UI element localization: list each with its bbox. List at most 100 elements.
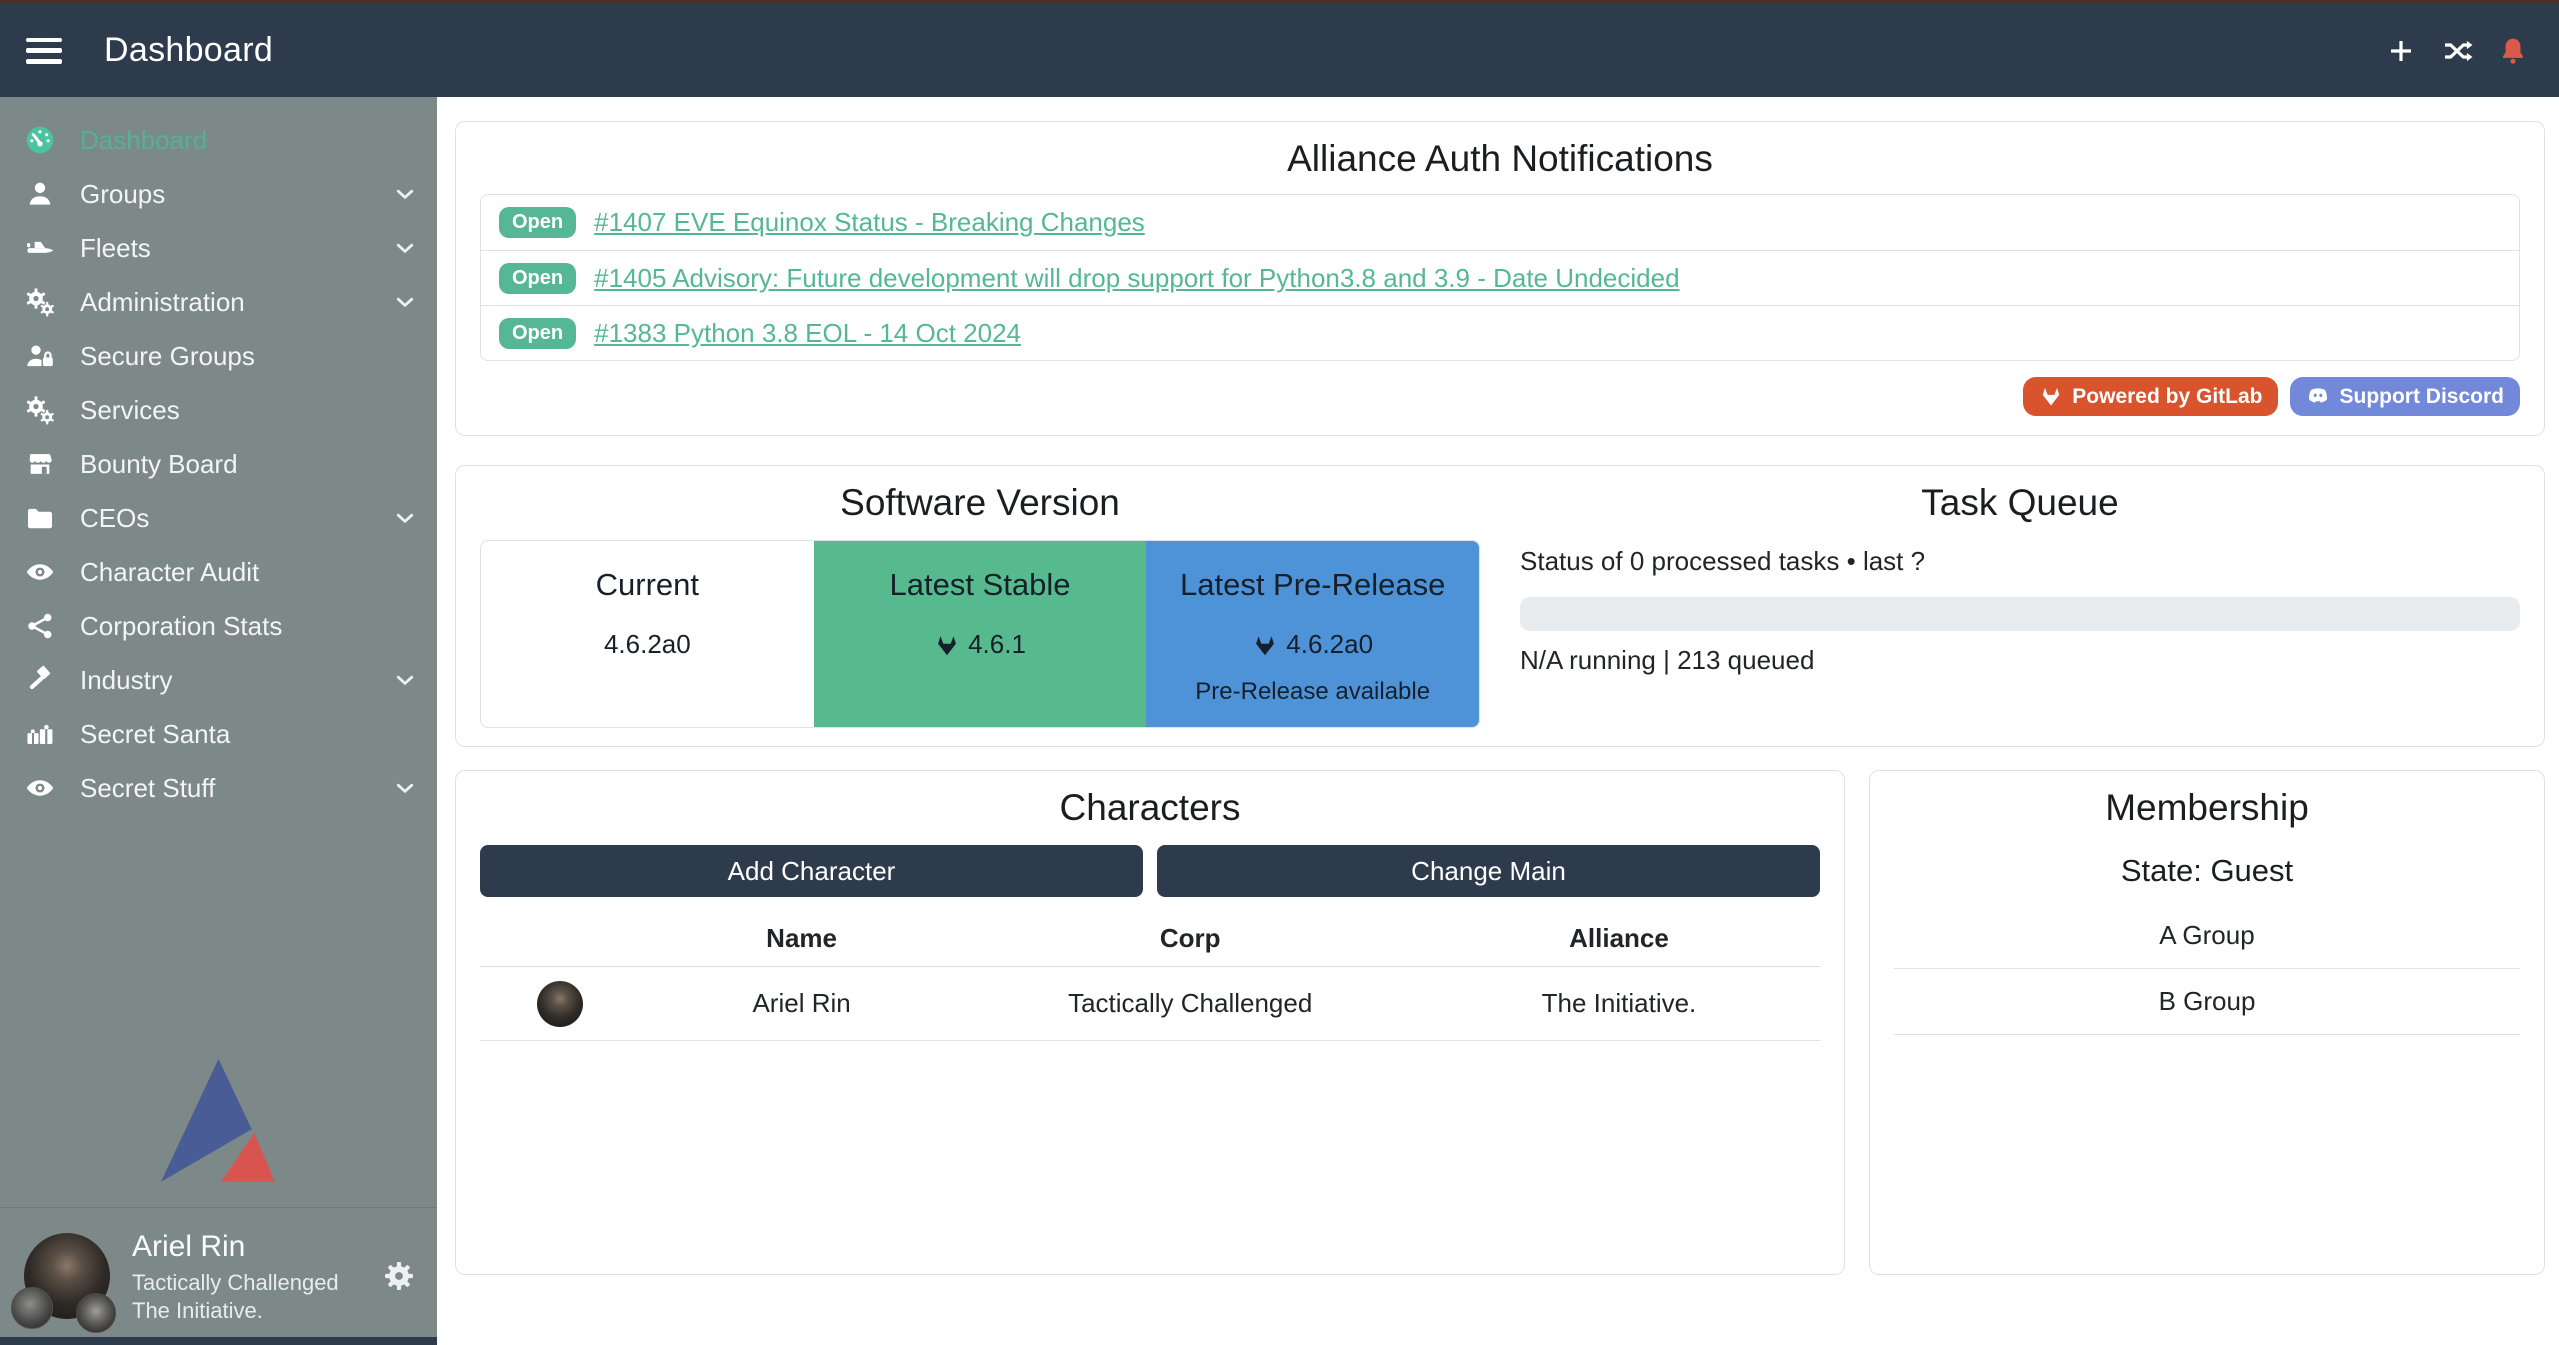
version-header: Current: [481, 567, 814, 603]
sidebar-item-dashboard[interactable]: Dashboard: [0, 113, 437, 167]
user-icon: [24, 178, 56, 210]
chevron-down-icon: [391, 504, 419, 532]
sidebar-item-label: Secret Stuff: [80, 773, 215, 804]
user-name: Ariel Rin: [132, 1228, 339, 1266]
version-cell-prerelease: Latest Pre-Release 4.6.2a0 Pre-Release a…: [1146, 541, 1479, 727]
gear-icon[interactable]: [381, 1258, 417, 1294]
gitlab-icon: [1252, 632, 1278, 658]
version-cell-stable: Latest Stable 4.6.1: [814, 541, 1147, 727]
menu-icon[interactable]: [26, 38, 62, 64]
sidebar-item-label: Fleets: [80, 233, 151, 264]
shuffle-icon[interactable]: [2441, 35, 2473, 67]
software-version-section: Software Version Current 4.6.2a0 Latest …: [480, 482, 1480, 730]
version-cell-current: Current 4.6.2a0: [481, 541, 814, 727]
sidebar-item-secret-stuff[interactable]: Secret Stuff: [0, 761, 437, 815]
corp-logo: [11, 1287, 53, 1329]
characters-title: Characters: [480, 787, 1820, 829]
notification-row: Open #1383 Python 3.8 EOL - 14 Oct 2024: [481, 305, 2519, 360]
group-item: A Group: [1894, 903, 2520, 969]
sidebar-item-administration[interactable]: Administration: [0, 275, 437, 329]
chevron-down-icon: [391, 774, 419, 802]
user-panel: Ariel Rin Tactically Challenged The Init…: [0, 1215, 437, 1337]
membership-state: State: Guest: [1894, 853, 2520, 889]
main-content: Alliance Auth Notifications Open #1407 E…: [437, 97, 2559, 1345]
membership-title: Membership: [1894, 787, 2520, 829]
eye-icon: [24, 556, 56, 588]
share-icon: [24, 610, 56, 642]
sidebar-item-fleets[interactable]: Fleets: [0, 221, 437, 275]
prerelease-note: Pre-Release available: [1146, 678, 1479, 706]
table-header-row: Name Corp Alliance: [480, 911, 1820, 967]
notification-row: Open #1405 Advisory: Future development …: [481, 250, 2519, 305]
software-taskqueue-panel: Software Version Current 4.6.2a0 Latest …: [455, 465, 2545, 747]
task-queue-section: Task Queue Status of 0 processed tasks •…: [1520, 482, 2520, 730]
task-queue-summary: N/A running | 213 queued: [1520, 645, 2520, 676]
status-badge: Open: [499, 263, 576, 294]
sidebar-footer-strip: [0, 1337, 437, 1345]
discord-icon: [2306, 384, 2330, 408]
sidebar-item-bounty-board[interactable]: Bounty Board: [0, 437, 437, 491]
navbar: Dashboard: [0, 4, 2559, 97]
navbar-actions: [2385, 35, 2529, 67]
discord-badge[interactable]: Support Discord: [2290, 377, 2520, 416]
gitlab-badge[interactable]: Powered by GitLab: [2023, 377, 2278, 416]
bell-icon[interactable]: [2497, 35, 2529, 67]
add-character-button[interactable]: Add Character: [480, 845, 1143, 897]
sidebar-item-secure-groups[interactable]: Secure Groups: [0, 329, 437, 383]
sidebar-item-industry[interactable]: Industry: [0, 653, 437, 707]
tachometer-icon: [24, 124, 56, 156]
sidebar-item-character-audit[interactable]: Character Audit: [0, 545, 437, 599]
sidebar-item-label: Dashboard: [80, 125, 207, 156]
sidebar-item-label: Industry: [80, 665, 173, 696]
page-title: Dashboard: [104, 31, 273, 70]
cogs-icon: [24, 394, 56, 426]
column-header-corp: Corp: [962, 923, 1418, 954]
plus-icon[interactable]: [2385, 35, 2417, 67]
sidebar-item-groups[interactable]: Groups: [0, 167, 437, 221]
software-version-title: Software Version: [480, 482, 1480, 524]
hammer-icon: [24, 664, 56, 696]
sidebar-item-label: Services: [80, 395, 180, 426]
sidebar-item-services[interactable]: Services: [0, 383, 437, 437]
sidebar-item-label: CEOs: [80, 503, 149, 534]
shuttle-icon: [24, 232, 56, 264]
notifications-list: Open #1407 EVE Equinox Status - Breaking…: [480, 194, 2520, 361]
footer-badges: Powered by GitLab Support Discord: [480, 377, 2520, 416]
sidebar-divider: [0, 1207, 437, 1208]
notification-row: Open #1407 EVE Equinox Status - Breaking…: [481, 195, 2519, 250]
cell-character-name: Ariel Rin: [641, 988, 963, 1019]
status-badge: Open: [499, 207, 576, 238]
cell-character-alliance: The Initiative.: [1418, 988, 1820, 1019]
change-main-button[interactable]: Change Main: [1157, 845, 1820, 897]
sidebar: Dashboard Groups Fleets: [0, 97, 437, 1345]
gitlab-icon: [2039, 384, 2063, 408]
notification-link[interactable]: #1383 Python 3.8 EOL - 14 Oct 2024: [594, 318, 1021, 349]
eye-icon: [24, 772, 56, 804]
notification-link[interactable]: #1405 Advisory: Future development will …: [594, 263, 1679, 294]
sidebar-item-label: Character Audit: [80, 557, 259, 588]
badge-label: Powered by GitLab: [2072, 386, 2262, 407]
cell-character-corp: Tactically Challenged: [962, 988, 1418, 1019]
cogs-icon: [24, 286, 56, 318]
version-table: Current 4.6.2a0 Latest Stable 4.6.1: [480, 540, 1480, 728]
user-corp: Tactically Challenged: [132, 1269, 339, 1297]
page: Dashboard: [0, 0, 2559, 1345]
sidebar-item-label: Administration: [80, 287, 245, 318]
character-avatar: [537, 981, 583, 1027]
notifications-title: Alliance Auth Notifications: [480, 138, 2520, 180]
sidebar-item-ceos[interactable]: CEOs: [0, 491, 437, 545]
sidebar-item-secret-santa[interactable]: Secret Santa: [0, 707, 437, 761]
sidebar-item-corporation-stats[interactable]: Corporation Stats: [0, 599, 437, 653]
characters-panel: Characters Add Character Change Main Nam…: [455, 770, 1845, 1275]
sidebar-item-label: Bounty Board: [80, 449, 238, 480]
notification-link[interactable]: #1407 EVE Equinox Status - Breaking Chan…: [594, 207, 1145, 238]
chevron-down-icon: [391, 180, 419, 208]
characters-table: Name Corp Alliance Ariel Rin Tactically …: [480, 911, 1820, 1041]
version-value: 4.6.1: [968, 629, 1026, 660]
alliance-auth-logo: [0, 1059, 437, 1183]
membership-groups: A Group B Group: [1894, 903, 2520, 1035]
chevron-down-icon: [391, 288, 419, 316]
store-icon: [24, 448, 56, 480]
sidebar-item-label: Secure Groups: [80, 341, 255, 372]
group-item: B Group: [1894, 969, 2520, 1035]
